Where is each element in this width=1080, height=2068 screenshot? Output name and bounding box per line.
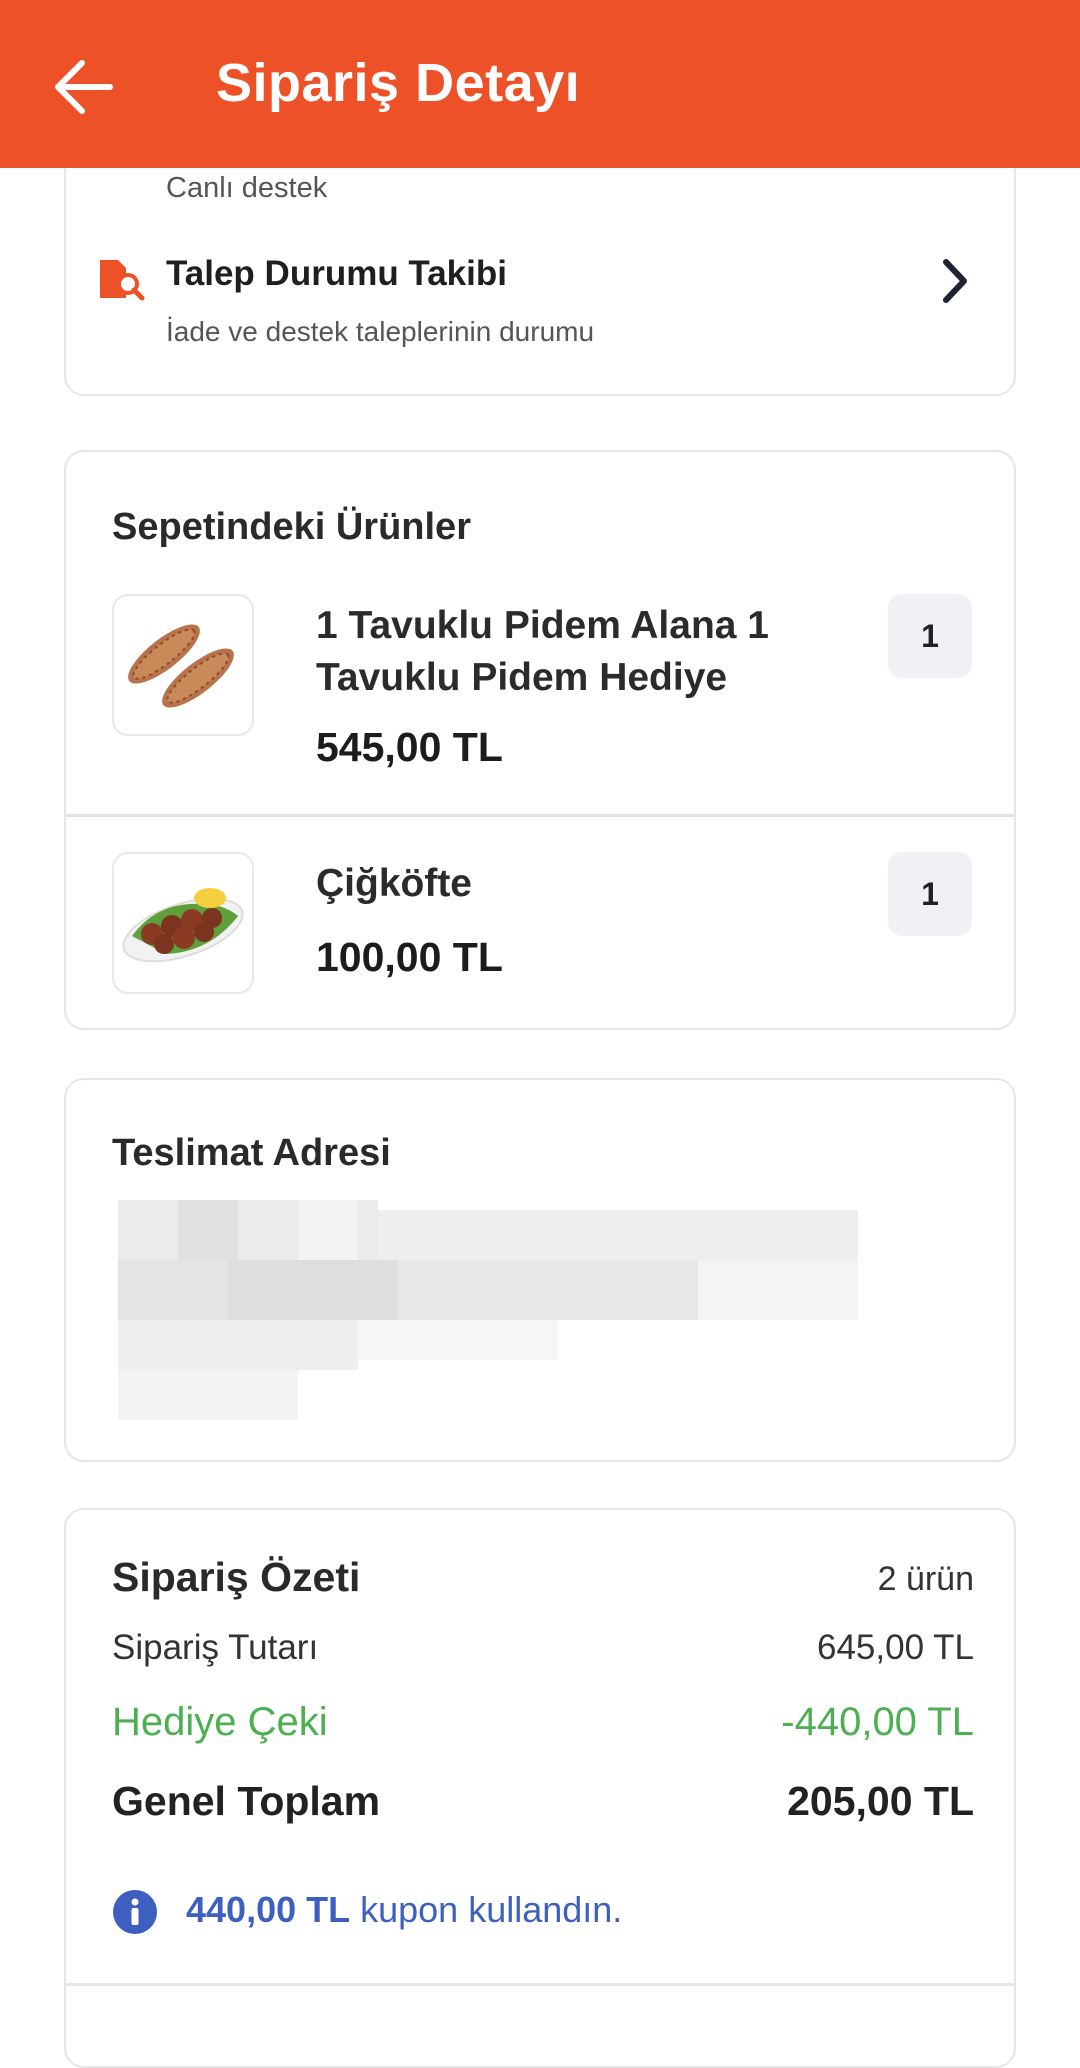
redacted-address-block — [118, 1200, 858, 1420]
basket-title: Sepetindeki Ürünler — [112, 506, 471, 548]
quantity-badge: 1 — [888, 852, 972, 936]
gift-voucher-label: Hediye Çeki — [112, 1700, 328, 1744]
delivery-address-card: Teslimat Adresi — [64, 1078, 1016, 1462]
product-image-pide[interactable] — [112, 594, 254, 736]
request-tracking-title: Talep Durumu Takibi — [166, 254, 507, 293]
item-divider — [66, 814, 1014, 817]
order-summary-card: Sipariş Özeti 2 ürün Sipariş Tutarı 645,… — [64, 1508, 1016, 2068]
cigkofte-image — [122, 888, 244, 963]
pide-image — [128, 624, 234, 708]
grand-total-row: Genel Toplam 205,00 TL — [112, 1778, 974, 1834]
page-title: Sipariş Detayı — [216, 53, 581, 113]
request-tracking-row[interactable]: Talep Durumu Takibi İade ve destek talep… — [66, 250, 1014, 360]
gift-voucher-row: Hediye Çeki -440,00 TL — [112, 1700, 974, 1756]
summary-item-count: 2 ürün — [877, 1560, 974, 1598]
summary-divider — [66, 1983, 1014, 1986]
info-icon — [113, 1890, 157, 1934]
gift-voucher-value: -440,00 TL — [781, 1700, 974, 1744]
delivery-address-title: Teslimat Adresi — [112, 1132, 391, 1174]
chevron-right-icon — [943, 259, 967, 303]
arrow-left-icon[interactable] — [52, 58, 114, 116]
summary-header-row: Sipariş Özeti 2 ürün — [112, 1554, 974, 1610]
coupon-info-row: 440,00 TL kupon kullandın. — [112, 1885, 974, 1945]
summary-title: Sipariş Özeti — [112, 1554, 361, 1600]
order-total-value: 645,00 TL — [817, 1628, 974, 1667]
grand-total-value: 205,00 TL — [787, 1778, 974, 1824]
document-search-icon — [100, 260, 145, 301]
product-name: Çiğköfte — [316, 862, 472, 905]
request-tracking-subtitle: İade ve destek taleplerinin durumu — [166, 316, 595, 347]
live-support-subtitle: Canlı destek — [166, 172, 328, 204]
coupon-info-text: 440,00 TL kupon kullandın. — [186, 1889, 622, 1931]
product-price: 545,00 TL — [316, 724, 503, 770]
coupon-message: kupon kullandın. — [360, 1889, 623, 1930]
coupon-amount: 440,00 TL — [186, 1889, 351, 1930]
order-total-row: Sipariş Tutarı 645,00 TL — [112, 1628, 974, 1684]
product-price: 100,00 TL — [316, 934, 503, 980]
grand-total-label: Genel Toplam — [112, 1778, 381, 1824]
quantity-badge: 1 — [888, 594, 972, 678]
product-image-cigkofte[interactable] — [112, 852, 254, 994]
basket-card: Sepetindeki Ürünler 1 Tavuklu Pidem Alan… — [64, 450, 1016, 1030]
product-name: 1 Tavuklu Pidem Alana 1 Tavuklu Pidem He… — [316, 604, 769, 699]
app-header: Sipariş Detayı — [0, 0, 1080, 168]
order-total-label: Sipariş Tutarı — [112, 1628, 319, 1667]
